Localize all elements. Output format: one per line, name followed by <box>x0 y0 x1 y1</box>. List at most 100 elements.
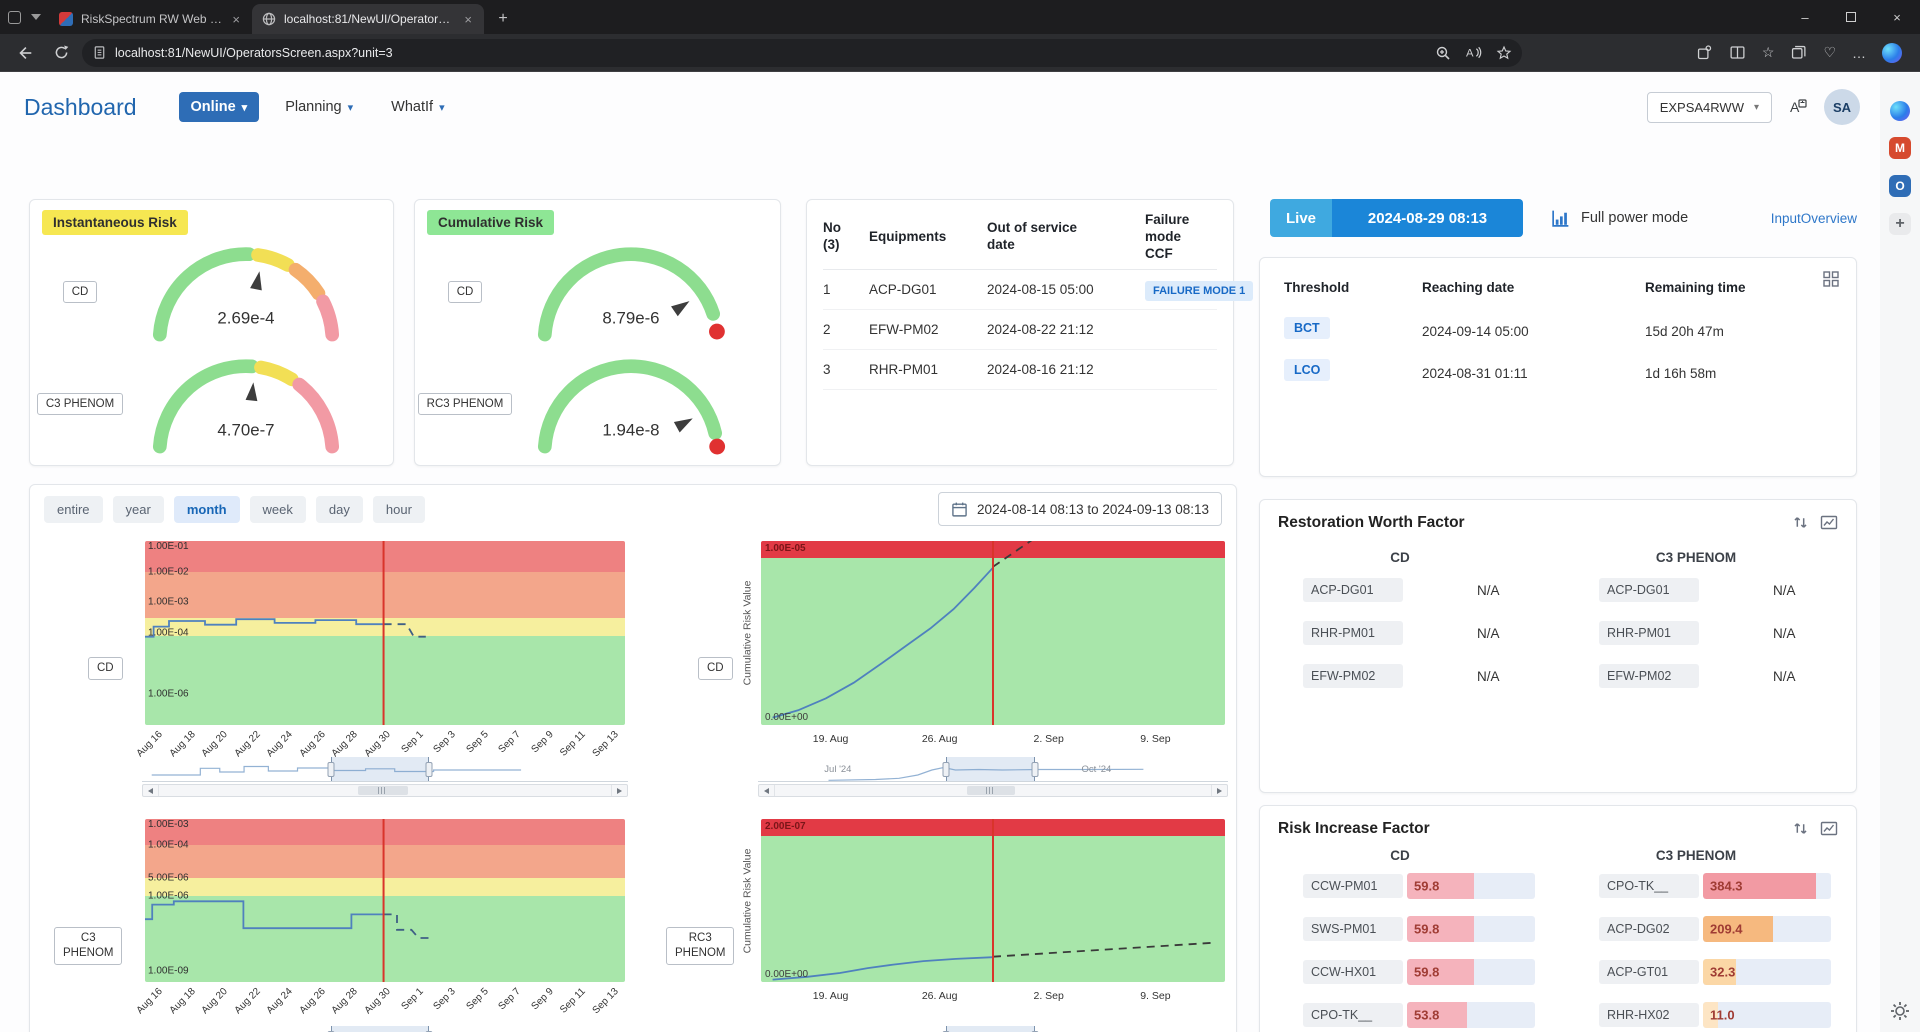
extensions-icon[interactable] <box>1696 44 1713 61</box>
nav-planning[interactable]: Planning▾ <box>273 92 365 122</box>
factor-value: 384.3 <box>1710 879 1743 894</box>
chart-c3-instantaneous: 1.00E-031.00E-045.00E-061.00E-061.00E-09 <box>145 819 625 982</box>
navigator-window[interactable] <box>331 1026 429 1032</box>
navigator-window[interactable] <box>946 1026 1035 1032</box>
scrollbar-track[interactable] <box>158 785 612 796</box>
remaining-time: 1d 16h 58m <box>1645 366 1716 381</box>
browser-tab-1[interactable]: RiskSpectrum RW Web Download... × <box>49 4 252 34</box>
browser-tab-2[interactable]: localhost:81/NewUI/OperatorsSc... × <box>252 4 484 34</box>
maximize-button[interactable] <box>1828 0 1874 34</box>
back-button[interactable] <box>10 38 40 68</box>
time-tab-month[interactable]: month <box>174 496 240 523</box>
threshold-chip-bct[interactable]: BCT <box>1284 317 1330 339</box>
gauge-instantaneous-cd: 2.69e-4 <box>130 231 362 354</box>
threshold-value-label: 2.00E-07 <box>765 821 806 832</box>
navigator-handle[interactable] <box>1032 762 1039 777</box>
threshold-card: Threshold Reaching date Remaining time B… <box>1259 257 1857 477</box>
browser-essentials-icon[interactable]: ♡ <box>1823 44 1836 61</box>
navigator-handle[interactable] <box>943 762 950 777</box>
minimize-button[interactable]: – <box>1782 0 1828 34</box>
sidebar-outlook-icon[interactable]: O <box>1889 175 1911 197</box>
scroll-right-arrow[interactable] <box>1212 785 1227 796</box>
navigator-window[interactable] <box>946 757 1035 781</box>
tab-close-icon[interactable]: × <box>230 12 242 27</box>
translate-icon[interactable]: A <box>1788 97 1808 117</box>
factor-row: CCW-PM0159.8 <box>1303 872 1535 900</box>
chart-navigator[interactable]: Jul '24Oct '24 <box>758 1026 1228 1032</box>
sidebar-m365-icon[interactable]: M <box>1889 137 1911 159</box>
restoration-title: Restoration Worth Factor <box>1278 514 1465 532</box>
chart-cd-instantaneous: 1.00E-011.00E-021.00E-031.00E-041.00E-06 <box>145 541 625 725</box>
x-axis-labels: Aug 16Aug 18Aug 20Aug 22Aug 24Aug 26Aug … <box>145 727 625 757</box>
chart-navigator[interactable] <box>142 1026 628 1032</box>
favorite-star-icon[interactable] <box>1496 45 1512 61</box>
scroll-left-arrow[interactable] <box>143 785 158 796</box>
time-tab-year[interactable]: year <box>113 496 164 523</box>
page-info-icon[interactable] <box>92 45 107 60</box>
risk-trend-panel: entire year month weekdayhour 2024-08-14 08… <box>29 484 1237 1032</box>
gauge-cumulative-cd: 8.79e-6 <box>515 231 747 354</box>
navigator-handle[interactable] <box>425 762 432 777</box>
workspaces-icon[interactable] <box>8 11 21 24</box>
scroll-left-arrow[interactable] <box>759 785 774 796</box>
new-tab-button[interactable]: + <box>490 6 516 32</box>
date-range-picker[interactable]: 2024-08-14 08:13 to 2024-09-13 08:13 <box>938 492 1222 526</box>
split-screen-icon[interactable] <box>1729 44 1746 61</box>
time-tab-day[interactable]: day <box>316 496 363 523</box>
risk-cd-list: CCW-PM0159.8SWS-PM0159.8CCW-HX0159.8CPO-… <box>1303 872 1535 1032</box>
favorites-icon[interactable]: ☆ <box>1762 44 1775 61</box>
close-button[interactable]: × <box>1874 0 1920 34</box>
refresh-button[interactable] <box>46 38 76 68</box>
time-tab-entire[interactable]: entire <box>44 496 103 523</box>
scrollbar-thumb[interactable] <box>967 786 1015 795</box>
service-row: 2EFW-PM022024-08-22 21:12 <box>823 310 1217 350</box>
address-bar[interactable]: localhost:81/NewUI/OperatorsScreen.aspx?… <box>82 39 1522 67</box>
tab-close-icon[interactable]: × <box>462 12 474 27</box>
failure-mode-chip[interactable]: FAILURE MODE 1 <box>1145 281 1253 301</box>
expand-grid-icon[interactable] <box>1822 270 1842 290</box>
tab-actions-icon[interactable] <box>31 14 41 20</box>
copilot-icon[interactable] <box>1882 43 1902 63</box>
avatar[interactable]: SA <box>1824 89 1860 125</box>
reaching-date: 2024-09-14 05:00 <box>1422 324 1529 339</box>
time-tab-week[interactable]: week <box>250 496 306 523</box>
browser-toolbar: localhost:81/NewUI/OperatorsScreen.aspx?… <box>0 34 1920 72</box>
chart-navigator[interactable]: Jul '24Oct '24 <box>758 757 1228 797</box>
time-tab-hour[interactable]: hour <box>373 496 425 523</box>
threshold-chip-lco[interactable]: LCO <box>1284 359 1330 381</box>
chart-view-icon[interactable] <box>1820 514 1840 534</box>
read-aloud-icon[interactable]: A <box>1465 45 1482 60</box>
input-overview-link[interactable]: InputOverview <box>1771 211 1857 226</box>
project-select[interactable]: EXPSA4RWW▾ <box>1647 92 1772 123</box>
navigator-window[interactable] <box>331 757 429 781</box>
chart-label-rc3-phenom: RC3 PHENOM <box>666 927 734 965</box>
nav-whatif[interactable]: WhatIf▾ <box>379 92 456 122</box>
col-ccf: Failure mode CCF <box>1145 212 1217 263</box>
chart-view-icon[interactable] <box>1820 820 1840 840</box>
sidebar-copilot-icon[interactable] <box>1890 101 1910 121</box>
settings-gear-icon[interactable] <box>1889 1000 1911 1022</box>
power-mode-row: Full power mode InputOverview <box>1550 199 1857 237</box>
collections-icon[interactable] <box>1790 44 1807 61</box>
scrollbar-track[interactable] <box>774 785 1212 796</box>
browser-titlebar: RiskSpectrum RW Web Download... × localh… <box>0 0 1920 34</box>
navigator-handle[interactable] <box>327 762 334 777</box>
url-text[interactable]: localhost:81/NewUI/OperatorsScreen.aspx?… <box>115 46 1427 60</box>
scrollbar-thumb[interactable] <box>358 786 408 795</box>
chart-navigator[interactable] <box>142 757 628 797</box>
live-datetime: 2024-08-29 08:13 <box>1332 199 1523 237</box>
sync-icon[interactable] <box>1792 820 1812 840</box>
equipment-chip: ACP-DG01 <box>1599 578 1699 602</box>
zoom-icon[interactable] <box>1435 45 1451 61</box>
instantaneous-risk-title: Instantaneous Risk <box>42 210 188 235</box>
scroll-right-arrow[interactable] <box>612 785 627 796</box>
y-axis-title: Cumulative Risk Value <box>738 541 756 725</box>
equipment-chip: ACP-DG02 <box>1599 917 1699 941</box>
more-menu-icon[interactable]: … <box>1852 45 1866 61</box>
sync-icon[interactable] <box>1792 514 1812 534</box>
x-axis-labels: Aug 16Aug 18Aug 20Aug 22Aug 24Aug 26Aug … <box>145 984 625 1014</box>
nav-online[interactable]: Online▾ <box>179 92 260 122</box>
chart-label-cd-cum: CD <box>698 657 733 680</box>
tab-title: localhost:81/NewUI/OperatorsSc... <box>284 12 454 26</box>
sidebar-add-icon[interactable]: + <box>1889 213 1911 235</box>
